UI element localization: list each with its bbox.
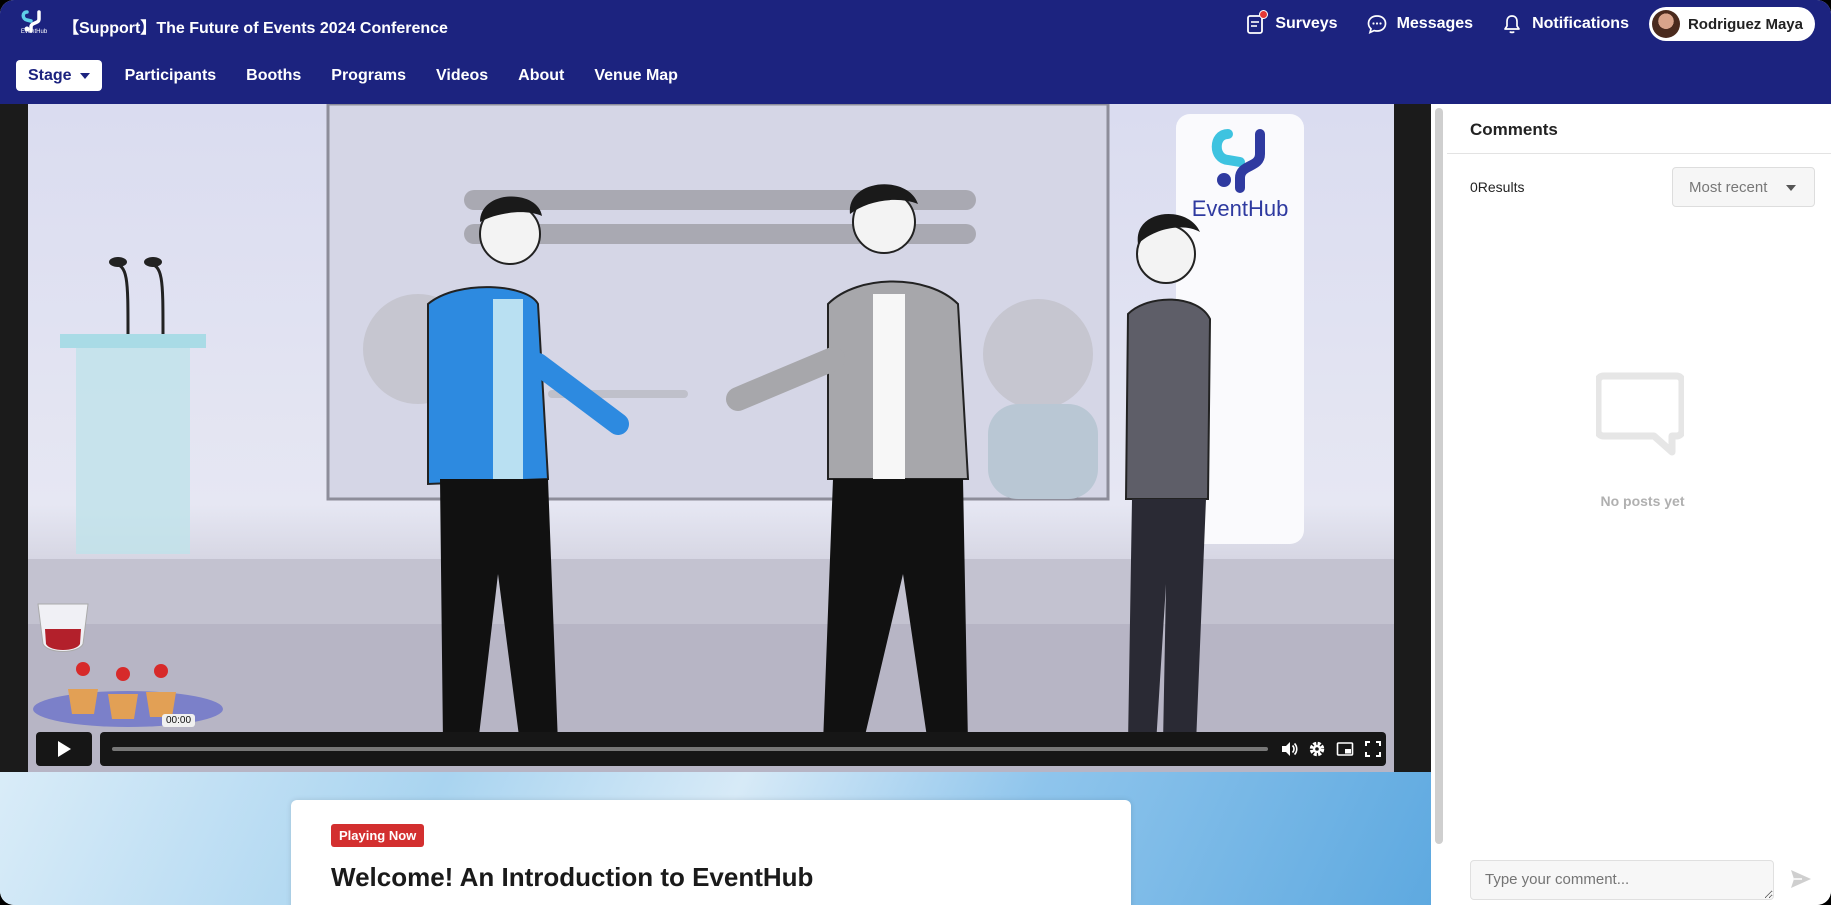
nav-about[interactable]: About (503, 60, 579, 91)
surveys-label: Surveys (1275, 15, 1338, 32)
mic-head-2 (144, 257, 162, 267)
comments-title: Comments (1470, 120, 1558, 139)
session-info-section: Playing Now Welcome! An Introduction to … (0, 772, 1431, 905)
podium-microphones (112, 262, 165, 335)
screen-person-right-body (988, 404, 1098, 499)
results-count: 0Results (1470, 179, 1525, 195)
comments-panel: Comments 0Results Most recent No posts y… (1431, 104, 1831, 905)
cherry-1 (76, 662, 90, 676)
notifications-button[interactable]: Notifications (1501, 13, 1629, 35)
nav-videos[interactable]: Videos (421, 60, 503, 91)
wine (45, 629, 81, 650)
podium-body (76, 348, 190, 554)
main-nav: Stage Participants Booths Programs Video… (16, 60, 693, 91)
play-icon (58, 741, 71, 757)
nav-venue-map[interactable]: Venue Map (579, 60, 693, 91)
video-frame[interactable]: EventHub (28, 104, 1394, 772)
cherry-2 (116, 667, 130, 681)
top-bar: EventHub 【Support】The Future of Events 2… (0, 0, 1831, 104)
send-icon[interactable] (1789, 867, 1813, 891)
brand-logo-dot (1217, 173, 1231, 187)
person-right-pants (1128, 499, 1206, 744)
cherry-3 (154, 664, 168, 678)
time-tooltip: 00:00 (162, 714, 196, 727)
progress-track[interactable] (112, 747, 1268, 751)
stage-label: Stage (28, 66, 72, 84)
person-left-jacket (427, 286, 550, 486)
logo-text: EventHub (20, 29, 48, 35)
top-actions: Surveys Messages Notifications Rodriguez… (1244, 7, 1815, 41)
comment-input[interactable] (1470, 860, 1774, 900)
play-button[interactable] (36, 732, 92, 766)
person-left-shirt (493, 299, 523, 479)
app-window: EventHub 【Support】The Future of Events 2… (0, 0, 1831, 905)
empty-comment-icon (1596, 372, 1684, 456)
brand-banner-text: EventHub (1192, 196, 1289, 221)
stage-dropdown[interactable]: Stage (16, 60, 102, 91)
podium-top (60, 334, 206, 348)
nav-booths[interactable]: Booths (231, 60, 316, 91)
control-bar: 00:00 (100, 714, 1386, 766)
messages-label: Messages (1396, 15, 1474, 32)
person-right-jacket (1124, 298, 1212, 500)
chevron-down-icon (79, 72, 90, 79)
chat-bubble-icon (1367, 15, 1386, 35)
fullscreen-icon[interactable] (1364, 740, 1382, 758)
messages-button[interactable]: Messages (1366, 13, 1474, 35)
surveys-alert-dot (1259, 10, 1269, 19)
screen-person-right (983, 299, 1093, 409)
avatar (1651, 10, 1680, 38)
notifications-label: Notifications (1532, 15, 1629, 32)
settings-gear-icon[interactable] (1308, 740, 1326, 758)
video-illustration: EventHub (28, 104, 1394, 772)
nav-programs[interactable]: Programs (316, 60, 421, 91)
session-card: Playing Now Welcome! An Introduction to … (291, 800, 1131, 905)
bell-icon (1504, 15, 1520, 34)
user-name: Rodriguez Maya (1687, 15, 1803, 33)
nav-participants[interactable]: Participants (110, 60, 232, 91)
volume-icon[interactable] (1280, 740, 1298, 758)
sort-dropdown[interactable]: Most recent (1672, 167, 1815, 207)
chevron-down-icon (1786, 185, 1796, 191)
surveys-button[interactable]: Surveys (1244, 10, 1338, 35)
user-menu-button[interactable]: Rodriguez Maya (1648, 7, 1815, 41)
person-center-shirt (873, 294, 905, 479)
event-title: 【Support】The Future of Events 2024 Confe… (63, 20, 448, 37)
video-controls: 00:00 (36, 714, 1386, 768)
picture-in-picture-icon[interactable] (1336, 740, 1354, 758)
playing-now-badge: Playing Now (331, 824, 425, 847)
empty-state-text: No posts yet (1600, 493, 1685, 509)
panel-scrollbar[interactable] (1435, 108, 1443, 844)
panel-divider (1447, 153, 1831, 154)
video-player: EventHub 00:00 (0, 104, 1431, 772)
mic-head-1 (109, 257, 127, 267)
session-title: Welcome! An Introduction to EventHub (331, 862, 814, 892)
sort-label: Most recent (1689, 178, 1768, 196)
